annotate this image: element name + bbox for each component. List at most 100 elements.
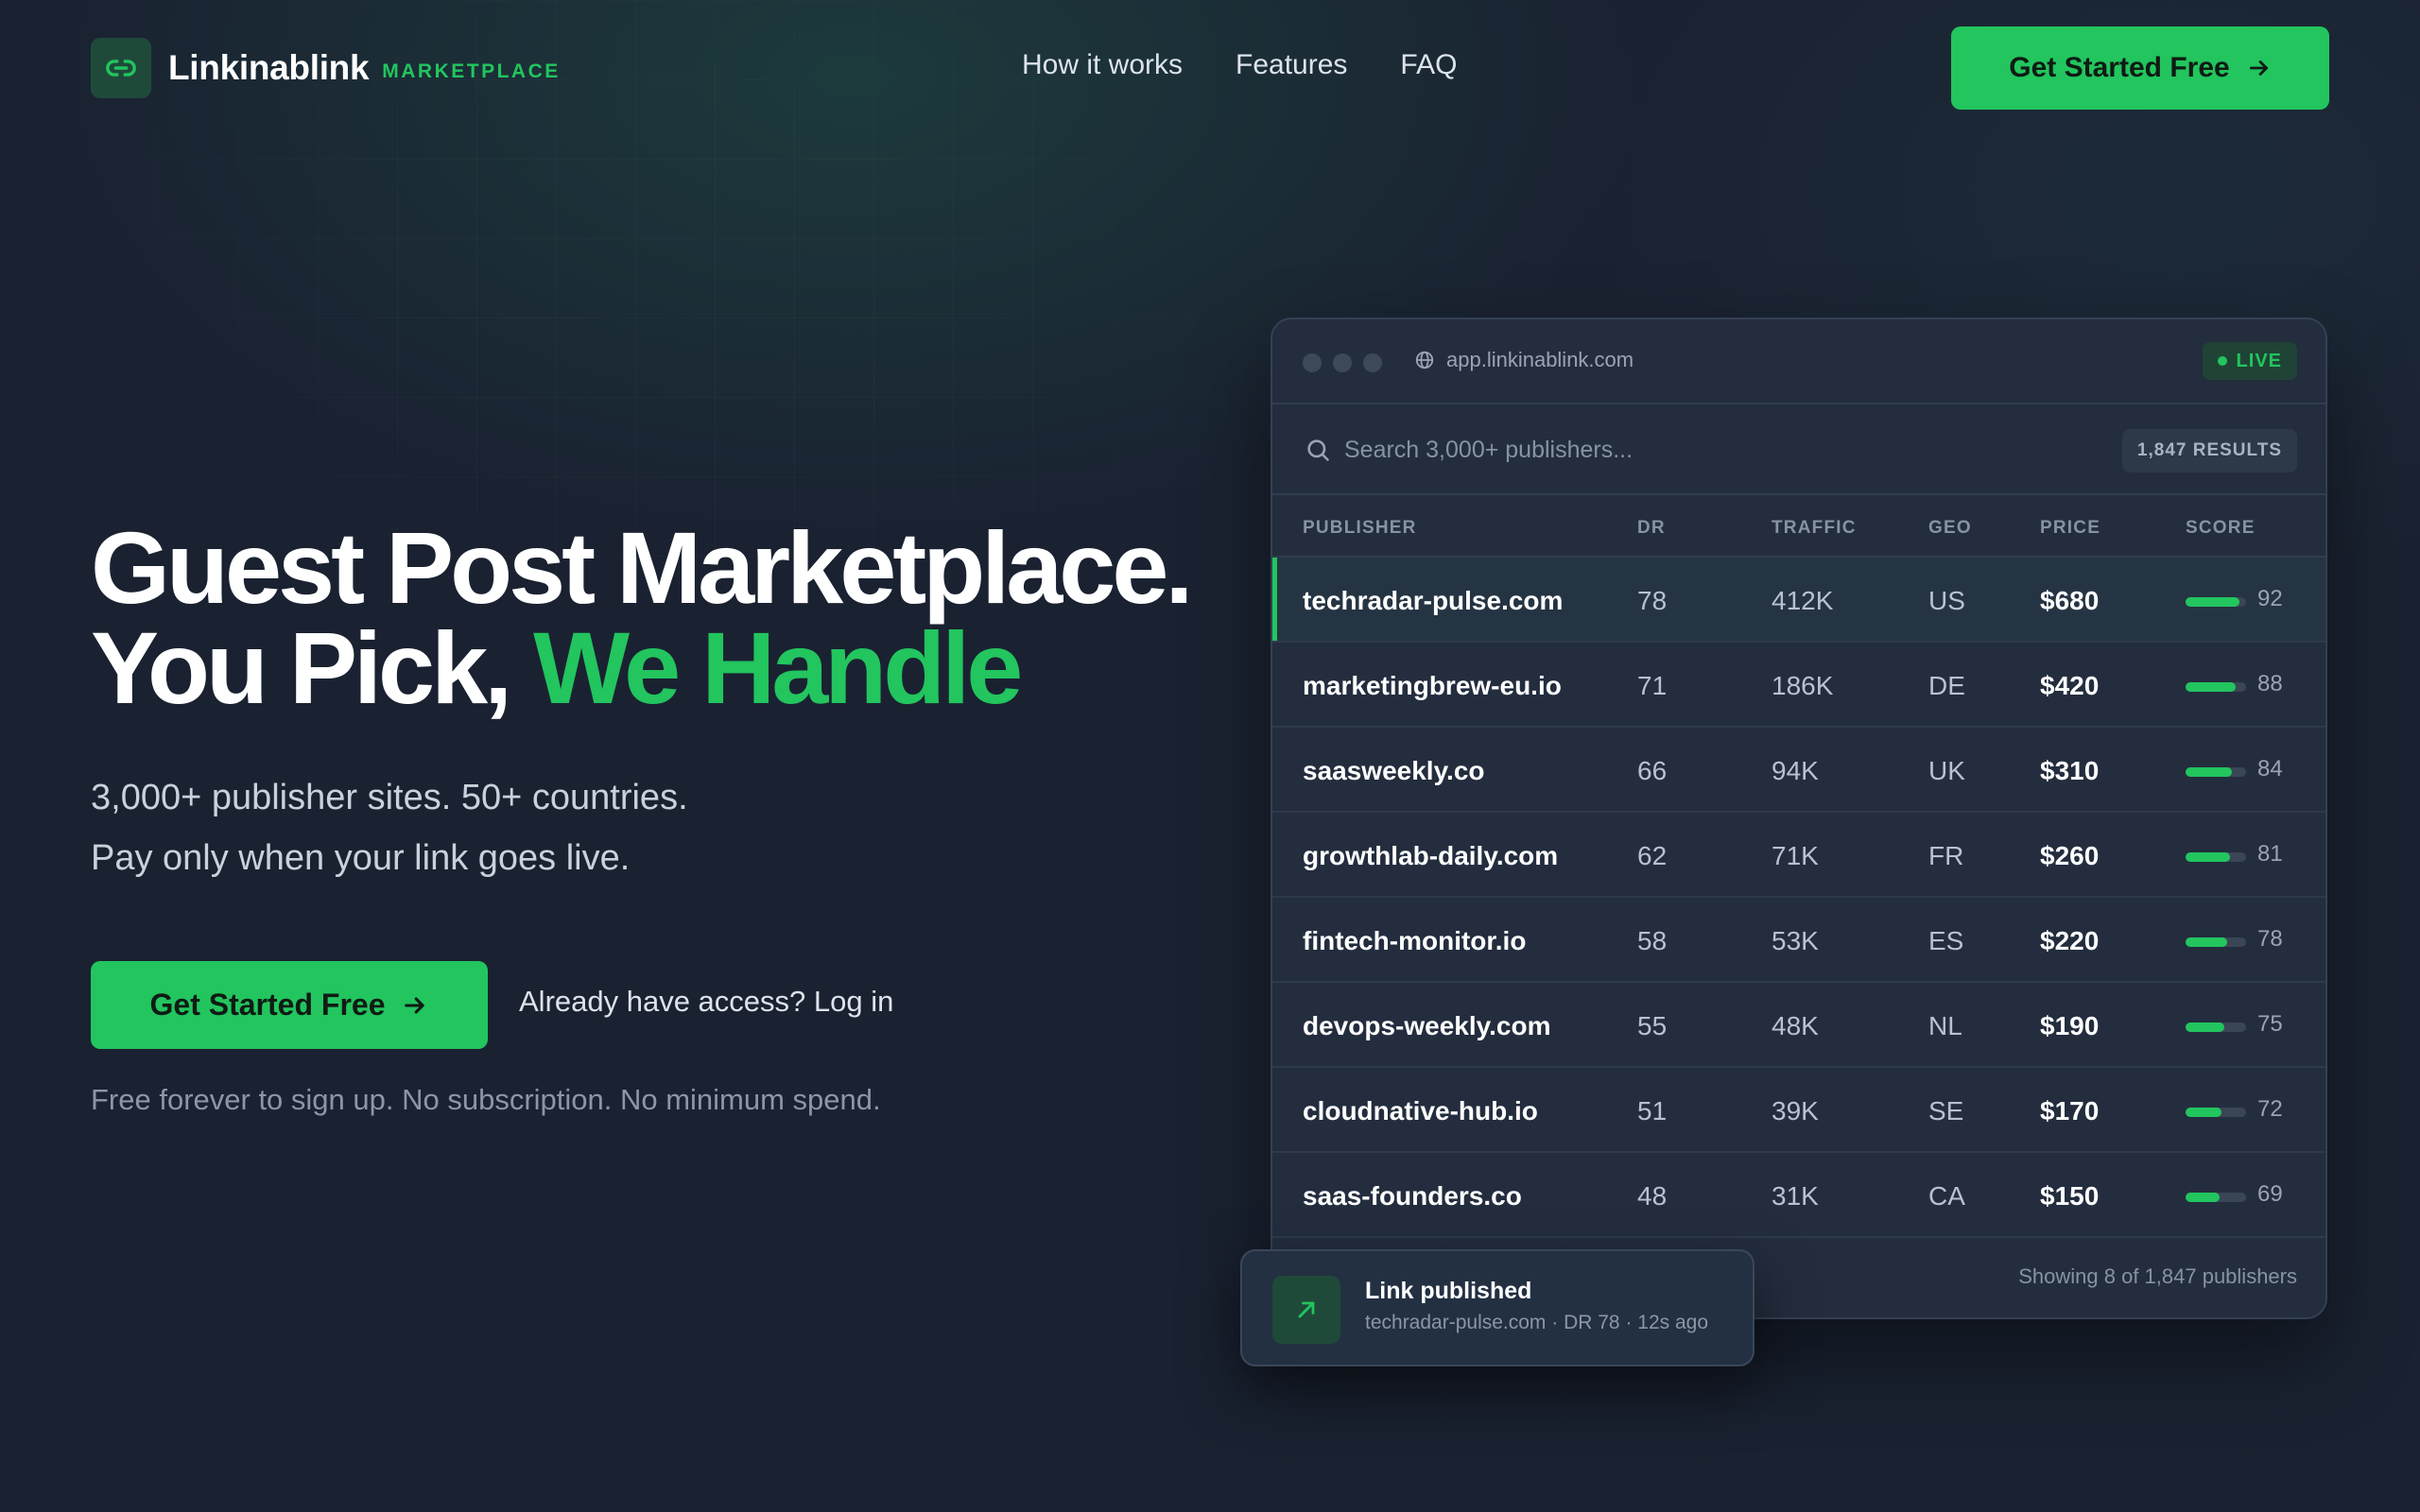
cell-dr: 48 [1637, 1181, 1668, 1211]
arrow-right-icon [2247, 56, 2272, 80]
login-link[interactable]: Already have access? Log in [519, 985, 893, 1019]
brand-name: Linkinablink [168, 48, 370, 87]
cell-score: 78 [2257, 926, 2283, 952]
arrow-up-right-icon [1272, 1276, 1340, 1344]
link-published-toast[interactable]: Link published techradar-pulse.com · DR … [1240, 1249, 1754, 1366]
cell-publisher: saas-founders.co [1303, 1181, 1522, 1211]
cell-traffic: 53K [1772, 926, 1819, 955]
hero-get-started-button[interactable]: Get Started Free [91, 961, 488, 1049]
hero-title: Guest Post Marketplace. You Pick, We Han… [91, 510, 1282, 719]
hero-subtitle-line-2: Pay only when your link goes live. [91, 838, 631, 878]
cell-price: $220 [2040, 926, 2100, 955]
cell-publisher: techradar-pulse.com [1303, 586, 1564, 615]
hero-title-plain: You Pick, [91, 610, 534, 725]
live-badge: LIVE [2202, 342, 2297, 380]
score-bar-fill [2186, 1193, 2220, 1202]
score-bar [2186, 1108, 2246, 1117]
url-bar: app.linkinablink.com [1414, 348, 1634, 372]
cell-publisher: saasweekly.co [1303, 756, 1485, 785]
column-header-score[interactable]: SCORE [2186, 518, 2256, 539]
table-row[interactable]: saasweekly.co 66 94K UK $310 84 [1272, 728, 2325, 813]
nav-link-how-it-works[interactable]: How it works [1022, 49, 1183, 81]
cell-score: 69 [2257, 1181, 2283, 1207]
cell-traffic: 31K [1772, 1181, 1819, 1211]
cell-dr: 55 [1637, 1011, 1668, 1040]
column-header-publisher[interactable]: PUBLISHER [1303, 518, 1417, 539]
hero-get-started-label: Get Started Free [149, 988, 386, 1022]
cell-dr: 51 [1637, 1096, 1668, 1125]
score-bar [2186, 852, 2246, 862]
cell-geo: CA [1928, 1181, 1965, 1211]
hero-title-line-1: Guest Post Marketplace. [91, 510, 1193, 625]
nav-get-started-label: Get Started Free [2009, 52, 2230, 83]
cell-traffic: 71K [1772, 841, 1819, 870]
column-header-dr[interactable]: DR [1637, 518, 1666, 539]
score-bar [2186, 937, 2246, 947]
cell-publisher: devops-weekly.com [1303, 1011, 1551, 1040]
table-header: PUBLISHER DR TRAFFIC GEO PRICE SCORE [1272, 495, 2325, 558]
column-header-geo[interactable]: GEO [1928, 518, 1972, 539]
cell-publisher: growthlab-daily.com [1303, 841, 1559, 870]
cell-traffic: 412K [1772, 586, 1834, 615]
score-bar-fill [2186, 1108, 2222, 1117]
nav-link-features[interactable]: Features [1236, 49, 1347, 81]
logo[interactable]: Linkinablink MARKETPLACE [91, 38, 561, 98]
table-row[interactable]: saas-founders.co 48 31K CA $150 69 [1272, 1153, 2325, 1238]
score-bar-fill [2186, 1022, 2225, 1032]
column-header-price[interactable]: PRICE [2040, 518, 2100, 539]
score-bar [2186, 597, 2246, 607]
cell-traffic: 48K [1772, 1011, 1819, 1040]
hero-title-accent: We Handle [533, 610, 1023, 725]
cell-geo: US [1928, 586, 1965, 615]
cell-price: $260 [2040, 841, 2100, 870]
table-row[interactable]: marketingbrew-eu.io 71 186K DE $420 88 [1272, 643, 2325, 728]
table-row[interactable]: devops-weekly.com 55 48K NL $190 75 [1272, 983, 2325, 1068]
cell-score: 84 [2257, 756, 2283, 782]
cell-publisher: marketingbrew-eu.io [1303, 671, 1562, 700]
cell-price: $150 [2040, 1181, 2100, 1211]
cell-price: $170 [2040, 1096, 2100, 1125]
toast-title: Link published [1365, 1278, 1532, 1304]
cell-publisher: cloudnative-hub.io [1303, 1096, 1538, 1125]
cell-traffic: 186K [1772, 671, 1834, 700]
live-dot-icon [2217, 356, 2227, 366]
score-bar-fill [2186, 937, 2227, 947]
nav-get-started-button[interactable]: Get Started Free [1951, 26, 2329, 110]
column-header-traffic[interactable]: TRAFFIC [1772, 518, 1857, 539]
cell-geo: DE [1928, 671, 1965, 700]
table-row[interactable]: techradar-pulse.com 78 412K US $680 92 [1272, 558, 2325, 643]
cell-dr: 71 [1637, 671, 1668, 700]
cell-price: $190 [2040, 1011, 2100, 1040]
score-bar-fill [2186, 682, 2237, 692]
cell-geo: SE [1928, 1096, 1964, 1125]
cell-geo: ES [1928, 926, 1964, 955]
score-bar-fill [2186, 852, 2230, 862]
table-footer-count: Showing 8 of 1,847 publishers [2018, 1264, 2297, 1288]
nav-links: How it works Features FAQ [1022, 49, 1510, 81]
hero-title-line-2: You Pick, We Handle [91, 617, 1282, 719]
cell-dr: 58 [1637, 926, 1668, 955]
window-titlebar: app.linkinablink.com LIVE [1272, 319, 2325, 404]
link-icon [91, 38, 151, 98]
cell-score: 75 [2257, 1011, 2283, 1037]
hero-subtitle-line-1: 3,000+ publisher sites. 50+ countries. [91, 778, 688, 817]
cell-price: $420 [2040, 671, 2100, 700]
hero-subtitle: 3,000+ publisher sites. 50+ countries. P… [91, 767, 1131, 888]
results-count-badge: 1,847 RESULTS [2121, 429, 2297, 472]
cell-geo: NL [1928, 1011, 1962, 1040]
table-row[interactable]: growthlab-daily.com 62 71K FR $260 81 [1272, 813, 2325, 898]
top-nav: Linkinablink MARKETPLACE How it works Fe… [91, 26, 2329, 110]
score-bar [2186, 767, 2246, 777]
table-row[interactable]: fintech-monitor.io 58 53K ES $220 78 [1272, 898, 2325, 983]
cell-geo: FR [1928, 841, 1964, 870]
url-text: app.linkinablink.com [1446, 348, 1634, 371]
table-row[interactable]: cloudnative-hub.io 51 39K SE $170 72 [1272, 1068, 2325, 1153]
publisher-search-input[interactable] [1344, 427, 2006, 472]
cell-dr: 66 [1637, 756, 1668, 785]
nav-link-faq[interactable]: FAQ [1400, 49, 1457, 81]
cell-publisher: fintech-monitor.io [1303, 926, 1527, 955]
brand-tag: MARKETPLACE [382, 60, 561, 82]
score-bar [2186, 1193, 2246, 1202]
app-preview-window: app.linkinablink.com LIVE 1,847 RESULTS … [1270, 318, 2327, 1319]
publisher-search-bar: 1,847 RESULTS [1272, 404, 2325, 495]
